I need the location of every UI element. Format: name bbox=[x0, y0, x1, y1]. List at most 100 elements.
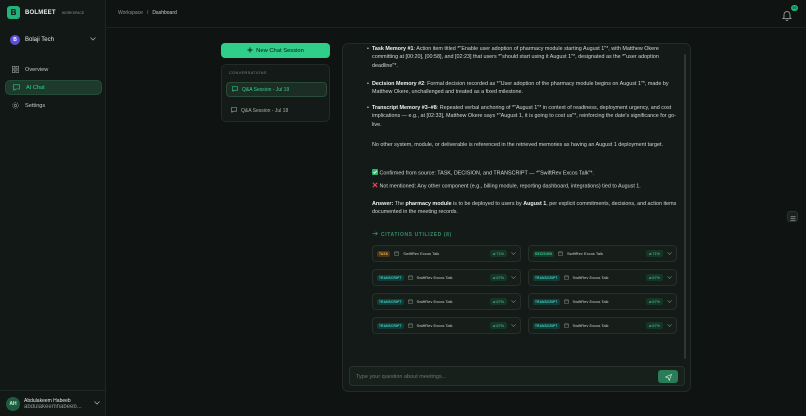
answer-label: Answer: bbox=[372, 201, 394, 207]
session-item[interactable]: Q&A Session - Jul 19 bbox=[226, 82, 327, 97]
answer-emphasis: pharmacy module bbox=[405, 201, 452, 207]
check-icon bbox=[372, 169, 380, 177]
chevron-down-icon bbox=[90, 37, 96, 43]
chevron-down-icon[interactable] bbox=[667, 251, 672, 256]
avatar: AH bbox=[6, 396, 20, 411]
citation-card[interactable]: TRANSCRIPT SwiftRev Excos Talk ⌀ 67% bbox=[372, 269, 521, 286]
chat-icon bbox=[12, 84, 20, 92]
chat-icon bbox=[232, 85, 238, 94]
user-info: Abdulakeem Habeeb abdulakeemhabeeb... bbox=[24, 398, 90, 410]
org-switcher[interactable]: B Bolaji Tech bbox=[5, 32, 101, 48]
bullet-title: Decision Memory #2 bbox=[372, 81, 425, 87]
sidebar-item-settings[interactable]: Settings bbox=[5, 98, 102, 113]
citation-card[interactable]: TASK SwiftRev Excos Talk ⌀ 71% bbox=[372, 245, 521, 262]
citation-type-badge: TRANSCRIPT bbox=[533, 298, 560, 305]
citation-card[interactable]: TRANSCRIPT SwiftRev Excos Talk ⌀ 67% bbox=[528, 293, 677, 310]
message-confirmed: Confirmed from source: TASK, DECISION, a… bbox=[372, 169, 677, 178]
notification-badge: 99 bbox=[791, 5, 798, 11]
sidebar-item-label: AI Chat bbox=[26, 84, 45, 91]
citation-title: SwiftRev Excos Talk bbox=[416, 275, 453, 280]
citation-score-value: 67% bbox=[496, 324, 504, 328]
confirmed-text: Confirmed from source: TASK, DECISION, a… bbox=[379, 170, 595, 177]
citation-title: SwiftRev Excos Talk bbox=[416, 323, 453, 328]
chevron-down-icon[interactable] bbox=[511, 275, 516, 280]
brand-subtitle: WORKSPACE bbox=[61, 10, 85, 15]
citation-card[interactable]: TRANSCRIPT SwiftRev Excos Talk ⌀ 67% bbox=[372, 317, 521, 334]
org-name: Bolaji Tech bbox=[25, 37, 54, 43]
chat-input[interactable] bbox=[356, 371, 656, 383]
citation-score-value: 67% bbox=[652, 276, 660, 280]
send-icon bbox=[664, 368, 672, 386]
citation-score: ⌀ 71% bbox=[490, 250, 507, 257]
conversations-panel: CONVERSATIONS Q&A Session - Jul 19 Q&A S… bbox=[221, 64, 330, 122]
chevron-down-icon[interactable] bbox=[511, 251, 516, 256]
citation-card[interactable]: DECISION SwiftRev Excos Talk ⌀ 71% bbox=[528, 245, 677, 262]
session-label: Q&A Session - Jul 18 bbox=[241, 107, 289, 114]
citation-card[interactable]: TRANSCRIPT SwiftRev Excos Talk ⌀ 67% bbox=[528, 269, 677, 286]
send-button[interactable] bbox=[658, 370, 678, 383]
link-icon bbox=[372, 231, 379, 238]
citation-score: ⌀ 67% bbox=[490, 322, 507, 329]
breadcrumb-separator: / bbox=[146, 10, 149, 16]
chevron-down-icon[interactable] bbox=[667, 299, 672, 304]
sidebar-item-ai-chat[interactable]: AI Chat bbox=[5, 80, 102, 95]
citation-card[interactable]: TRANSCRIPT SwiftRev Excos Talk ⌀ 67% bbox=[372, 293, 521, 310]
citation-type-badge: DECISION bbox=[533, 250, 555, 257]
citation-type-badge: TRANSCRIPT bbox=[377, 274, 404, 281]
citation-title: SwiftRev Excos Talk bbox=[572, 275, 609, 280]
grid-icon bbox=[11, 66, 19, 74]
citation-score-value: 71% bbox=[652, 252, 660, 256]
chat-scrollbar[interactable] bbox=[684, 54, 686, 359]
citation-score-value: 67% bbox=[652, 324, 660, 328]
sidebar-item-overview[interactable]: Overview bbox=[5, 62, 102, 77]
citation-score: ⌀ 67% bbox=[646, 274, 663, 281]
citation-title: SwiftRev Excos Talk bbox=[572, 299, 609, 304]
chevron-down-icon[interactable] bbox=[511, 299, 516, 304]
citation-type-badge: TRANSCRIPT bbox=[377, 298, 404, 305]
conversations-header: CONVERSATIONS bbox=[229, 71, 267, 75]
user-profile[interactable]: AH Abdulakeem Habeeb abdulakeemhabeeb... bbox=[0, 390, 106, 416]
chevron-down-icon bbox=[94, 400, 100, 407]
notifications-button[interactable]: 99 bbox=[782, 5, 798, 21]
chevron-down-icon[interactable] bbox=[667, 323, 672, 328]
citations-header: CITATIONS UTILIZED (8) bbox=[372, 231, 452, 238]
citation-score: ⌀ 67% bbox=[490, 274, 507, 281]
citation-card[interactable]: TRANSCRIPT SwiftRev Excos Talk ⌀ 67% bbox=[528, 317, 677, 334]
citation-type-badge: TRANSCRIPT bbox=[377, 322, 404, 329]
sidebar-item-label: Settings bbox=[25, 102, 46, 109]
breadcrumb-current: Dashboard bbox=[152, 10, 177, 16]
bullet-text: : Action item titled *"Enable user adopt… bbox=[372, 46, 659, 69]
citation-title: SwiftRev Excos Talk bbox=[416, 299, 453, 304]
citations-title: CITATIONS UTILIZED (8) bbox=[381, 231, 452, 238]
calendar-icon bbox=[563, 323, 569, 328]
calendar-icon bbox=[563, 299, 569, 304]
chat-icon bbox=[231, 106, 237, 115]
sidebar-nav: Overview AI Chat Settings bbox=[5, 62, 102, 116]
app-root: B BOLMEET WORKSPACE B Bolaji Tech Overvi… bbox=[0, 0, 806, 416]
bullet-title: Task Memory #1 bbox=[372, 46, 414, 52]
breadcrumb-root[interactable]: Workspace bbox=[118, 10, 143, 16]
sidebar: B BOLMEET WORKSPACE B Bolaji Tech Overvi… bbox=[0, 0, 106, 416]
chevron-down-icon[interactable] bbox=[511, 323, 516, 328]
plus-icon bbox=[247, 47, 253, 55]
citation-type-badge: TRANSCRIPT bbox=[533, 322, 560, 329]
gear-icon bbox=[11, 102, 19, 110]
message-bullet-decision: • Decision Memory #2: Formal decision re… bbox=[367, 81, 669, 96]
calendar-icon bbox=[407, 323, 413, 328]
calendar-icon bbox=[407, 275, 413, 280]
message-paragraph: No other system, module, or deliverable … bbox=[372, 142, 663, 148]
panel-toggle-button[interactable] bbox=[787, 211, 798, 222]
new-chat-session-button[interactable]: New Chat Session bbox=[221, 43, 330, 58]
session-item[interactable]: Q&A Session - Jul 18 bbox=[226, 103, 327, 118]
citation-score-value: 67% bbox=[496, 276, 504, 280]
citation-score-value: 71% bbox=[496, 252, 504, 256]
calendar-icon bbox=[558, 251, 563, 256]
chat-messages[interactable]: • Task Memory #1: Action item titled *"E… bbox=[343, 44, 688, 361]
message-bullet-transcript: • Transcript Memory #3–#8: Repeated verb… bbox=[367, 105, 676, 128]
topbar: Workspace / Dashboard 99 bbox=[106, 0, 806, 28]
citation-title: SwiftRev Excos Talk bbox=[572, 323, 609, 328]
sidebar-item-label: Overview bbox=[25, 66, 49, 73]
bell-icon bbox=[782, 8, 792, 25]
chevron-down-icon[interactable] bbox=[667, 275, 672, 280]
breadcrumb: Workspace / Dashboard bbox=[118, 10, 177, 16]
